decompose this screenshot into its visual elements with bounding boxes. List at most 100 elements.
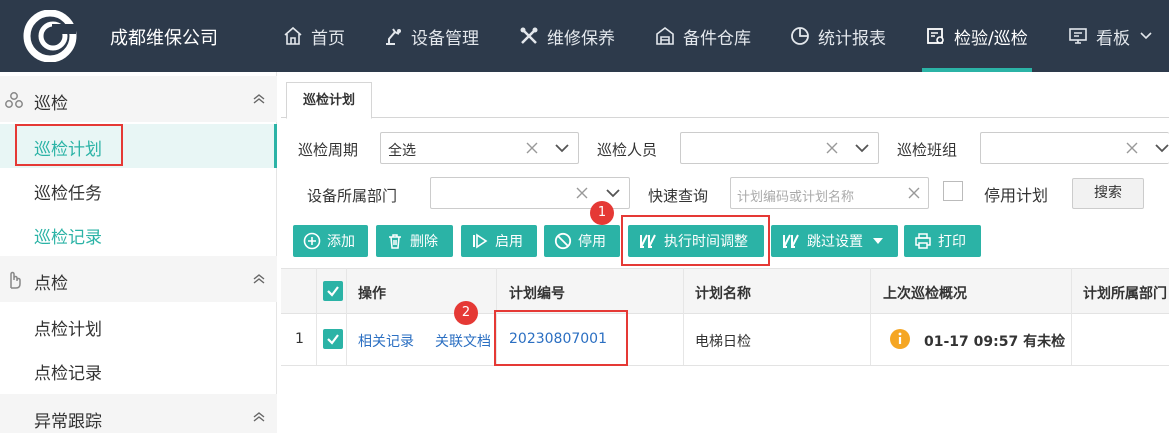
quick-search-placeholder: 计划编码或计划名称 xyxy=(737,190,855,205)
warning-info-icon xyxy=(890,329,910,349)
nav-maintenance[interactable]: 维修保养 xyxy=(519,0,615,72)
chevron-down-icon[interactable] xyxy=(606,188,620,198)
pie-chart-icon xyxy=(791,27,809,45)
enable-button[interactable]: 启用 xyxy=(461,225,537,257)
plus-circle-icon xyxy=(303,232,321,250)
chevron-up-icon[interactable] xyxy=(252,274,266,284)
team-label: 巡检班组 xyxy=(897,141,958,159)
step-badge-1: 1 xyxy=(590,201,614,225)
last-summary-cell: 01-17 09:57 有未检 xyxy=(924,334,1066,350)
clear-icon[interactable] xyxy=(1125,141,1139,155)
check-icon xyxy=(327,286,339,297)
skip-settings-button-label: 跳过设置 xyxy=(807,234,863,250)
nav-reports-label: 统计报表 xyxy=(818,28,886,49)
plan-name-cell: 电梯日检 xyxy=(695,334,751,350)
sidebar-group-exception[interactable]: 异常跟踪 xyxy=(0,394,277,433)
row-checkbox[interactable] xyxy=(323,329,343,349)
chevron-down-icon[interactable] xyxy=(555,143,569,153)
skip-settings-button[interactable]: 跳过设置 xyxy=(771,225,898,257)
nav-dashboard[interactable]: 看板 xyxy=(1068,0,1152,72)
nav-dashboard-label: 看板 xyxy=(1096,28,1130,49)
sidebar-item-patrol-record[interactable]: 巡检记录 xyxy=(0,212,277,256)
sidebar-item-spot-plan[interactable]: 点检计划 xyxy=(0,304,277,348)
table-row[interactable]: 1 相关记录 关联文档 20230807001 电梯日检 01-17 09:57… xyxy=(281,314,1169,366)
nav-warehouse-label: 备件仓库 xyxy=(683,28,751,49)
sidebar-item-label: 点检计划 xyxy=(34,320,102,340)
skip-icon xyxy=(783,234,799,248)
chevron-up-icon[interactable] xyxy=(252,412,266,422)
sidebar-item-spot-record[interactable]: 点检记录 xyxy=(0,348,277,392)
company-logo xyxy=(23,10,77,62)
quick-search-label: 快速查询 xyxy=(648,187,709,205)
nav-home-label: 首页 xyxy=(311,28,345,49)
tools-icon xyxy=(520,27,538,44)
cycle-select[interactable]: 全选 xyxy=(380,132,579,164)
sidebar-group-label: 巡检 xyxy=(34,94,68,114)
disable-button-label: 停用 xyxy=(578,234,606,250)
cycle-label: 巡检周期 xyxy=(298,141,359,159)
disabled-plan-checkbox[interactable] xyxy=(943,181,963,201)
clear-icon[interactable] xyxy=(525,141,539,155)
nav-equipment-label: 设备管理 xyxy=(411,28,479,49)
patrol-icon xyxy=(5,92,23,108)
brand-name: 成都维保公司 xyxy=(110,28,218,49)
robot-arm-icon xyxy=(386,28,401,45)
related-records-link[interactable]: 相关记录 xyxy=(358,331,414,351)
person-select[interactable] xyxy=(680,132,879,164)
quick-search-input[interactable]: 计划编码或计划名称 xyxy=(730,177,929,209)
add-button-label: 添加 xyxy=(327,234,355,250)
linked-docs-link[interactable]: 关联文档 xyxy=(435,331,495,351)
column-header-dept[interactable]: 计划所属部门 xyxy=(1083,283,1167,303)
team-select[interactable] xyxy=(980,132,1169,164)
nav-warehouse[interactable]: 备件仓库 xyxy=(655,0,751,72)
top-navbar: 成都维保公司 首页 设备管理 维修保养 备件仓库 统计报表 检验/巡检 看板 xyxy=(0,0,1169,72)
sidebar-item-label: 巡检任务 xyxy=(34,184,102,204)
person-label: 巡检人员 xyxy=(597,141,658,159)
cycle-select-value: 全选 xyxy=(388,143,416,159)
sidebar-item-label: 巡检记录 xyxy=(34,228,102,248)
dept-label: 设备所属部门 xyxy=(307,187,398,205)
sidebar-group-label: 异常跟踪 xyxy=(34,412,102,432)
nav-equipment[interactable]: 设备管理 xyxy=(383,0,479,72)
column-header-last-summary[interactable]: 上次巡检概况 xyxy=(883,283,967,303)
highlight-box-sidebar xyxy=(15,124,123,166)
print-button-label: 打印 xyxy=(938,234,966,250)
sidebar-group-spot-check[interactable]: 点检 xyxy=(0,256,277,302)
nav-home[interactable]: 首页 xyxy=(283,0,345,72)
tab-patrol-plan[interactable]: 巡检计划 xyxy=(286,82,372,119)
sidebar-group-patrol[interactable]: 巡检 xyxy=(0,76,277,122)
inspection-icon xyxy=(927,28,944,44)
search-button[interactable]: 搜索 xyxy=(1072,178,1144,209)
hand-check-icon xyxy=(10,271,21,289)
chevron-down-icon[interactable] xyxy=(1155,143,1169,153)
delete-button[interactable]: 删除 xyxy=(376,225,453,257)
printer-icon xyxy=(915,233,931,249)
trash-icon xyxy=(389,234,401,249)
select-all-checkbox[interactable] xyxy=(323,281,343,301)
print-button[interactable]: 打印 xyxy=(904,225,981,257)
column-header-plan-name[interactable]: 计划名称 xyxy=(695,283,751,303)
clear-icon[interactable] xyxy=(825,141,839,155)
enable-button-label: 启用 xyxy=(495,234,523,250)
column-header-plan-no[interactable]: 计划编号 xyxy=(509,283,565,303)
disable-button[interactable]: 停用 xyxy=(544,225,620,257)
delete-button-label: 删除 xyxy=(410,234,438,250)
disabled-plan-label: 停用计划 xyxy=(984,186,1049,205)
nav-inspection[interactable]: 检验/巡检 xyxy=(922,0,1032,72)
step-badge-2: 2 xyxy=(454,301,478,325)
warehouse-icon xyxy=(656,27,674,45)
clear-icon[interactable] xyxy=(575,186,589,200)
highlight-box-plan-no xyxy=(494,310,628,366)
nav-reports[interactable]: 统计报表 xyxy=(790,0,886,72)
row-index: 1 xyxy=(295,331,304,347)
caret-down-icon xyxy=(873,237,883,244)
chevron-down-icon xyxy=(1140,32,1152,40)
home-icon xyxy=(284,26,302,45)
sidebar-item-patrol-task[interactable]: 巡检任务 xyxy=(0,168,277,212)
check-icon xyxy=(327,334,339,345)
clear-icon[interactable] xyxy=(907,186,921,200)
chevron-down-icon[interactable] xyxy=(855,143,869,153)
chevron-up-icon[interactable] xyxy=(252,94,266,104)
sidebar-item-label: 点检记录 xyxy=(34,364,102,384)
add-button[interactable]: 添加 xyxy=(293,225,368,257)
